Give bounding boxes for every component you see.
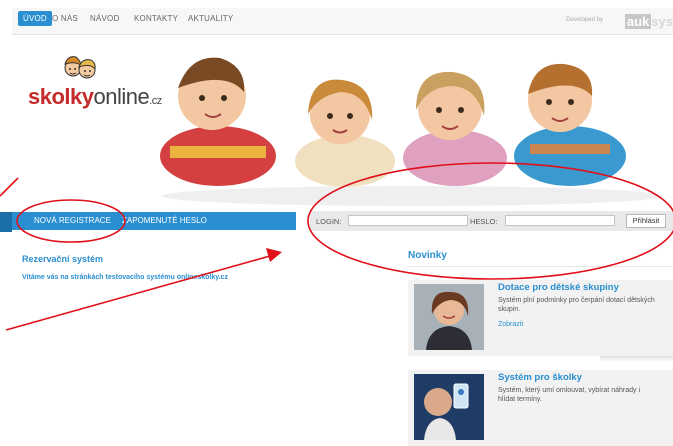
left-edge-strip — [0, 212, 12, 232]
woman-photo — [414, 284, 484, 350]
card-shadow — [600, 356, 673, 362]
news-text: Systém, který umí omlouvat, vybírat náhr… — [498, 387, 640, 403]
arrow-head — [266, 248, 282, 262]
forgot-password-link[interactable]: ZAPOMENUTÉ HESLO — [122, 216, 207, 225]
welcome-text: Vitáme vás na stránkách testovacího syst… — [22, 274, 228, 281]
nav-item-uvod[interactable]: ÚVOD — [18, 11, 52, 26]
arrow-line-left — [0, 177, 19, 197]
password-input[interactable] — [505, 215, 615, 226]
news-title[interactable]: Systém pro školky — [498, 372, 582, 383]
top-navigation: ÚVOD O NÁS NÁVOD KONTAKTY AKTUALITY Deve… — [12, 8, 673, 35]
developed-by-text: Developed by — [566, 17, 603, 23]
kids-logo-icon — [64, 56, 96, 79]
hero-children-image — [160, 57, 662, 206]
password-label: HESLO: — [470, 217, 498, 226]
man-phone-photo — [414, 374, 484, 440]
news-card[interactable]: Dotace pro dětské skupiny Systém plní po… — [408, 280, 673, 356]
logo-brand-a: skolky — [28, 84, 94, 109]
news-title[interactable]: Dotace pro dětské skupiny — [498, 282, 619, 293]
login-button[interactable]: Přihlásit — [626, 214, 666, 228]
nav-item-navod[interactable]: NÁVOD — [90, 14, 119, 23]
nav-item-aktuality[interactable]: AKTUALITY — [188, 14, 233, 23]
new-registration-link[interactable]: NOVÁ REGISTRACE — [34, 216, 111, 225]
login-input[interactable] — [348, 215, 468, 226]
site-logo[interactable]: skolkyonline.cz — [28, 84, 162, 110]
arrow-line — [5, 255, 271, 331]
action-bar: NOVÁ REGISTRACE ZAPOMENUTÉ HESLO — [12, 212, 296, 230]
login-label: LOGIN: — [316, 217, 342, 226]
login-bar: LOGIN: HESLO: Přihlásit — [310, 211, 673, 231]
news-card[interactable]: Systém pro školky Systém, který umí omlo… — [408, 370, 673, 446]
news-divider — [408, 266, 673, 267]
nav-item-kontakty[interactable]: KONTAKTY — [134, 14, 178, 23]
developer-logo-part-b: sys — [651, 14, 673, 29]
logo-brand-b: online — [93, 84, 150, 109]
developer-logo[interactable]: auk sys — [624, 14, 673, 29]
news-heading: Novinky — [408, 250, 447, 261]
reservation-system-heading: Rezervační systém — [22, 254, 104, 264]
developer-logo-part-a: auk — [624, 14, 652, 29]
news-text: Systém plní podmínky pro čerpání dotací … — [498, 297, 655, 313]
news-more-link[interactable]: Zobrazit — [498, 321, 523, 328]
nav-item-o-nas[interactable]: O NÁS — [52, 14, 78, 23]
